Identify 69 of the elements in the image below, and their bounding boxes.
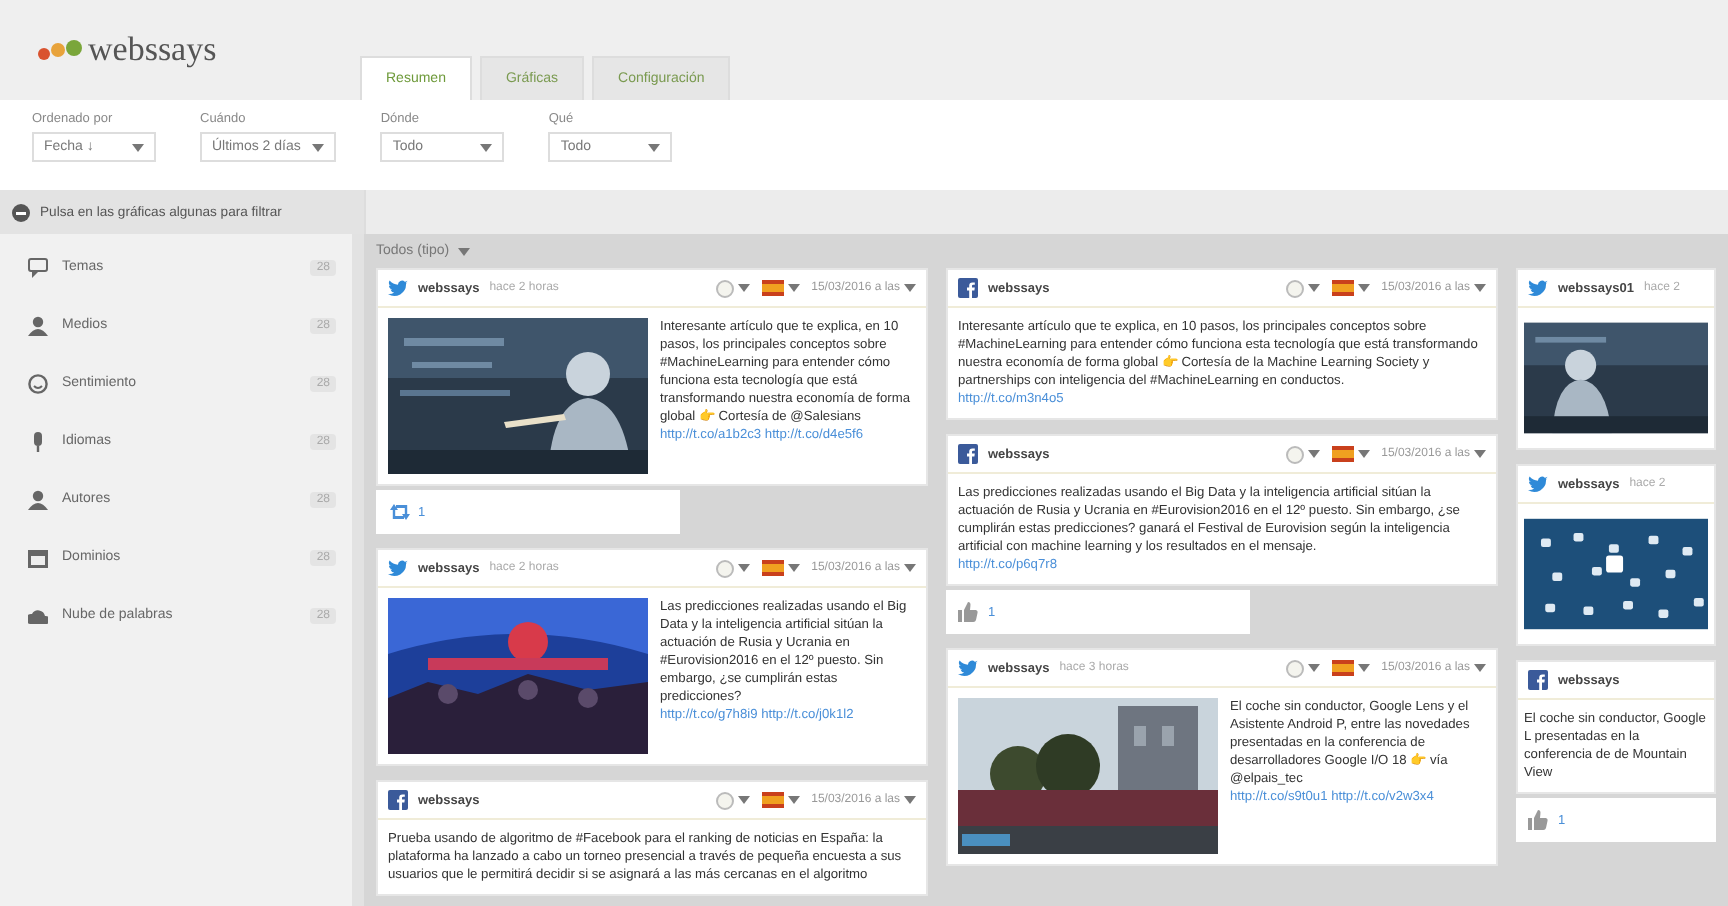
language-dropdown[interactable] <box>1331 446 1370 462</box>
sentiment-dropdown[interactable] <box>1285 659 1320 677</box>
facebook-icon <box>958 278 978 298</box>
caret-icon <box>904 564 916 572</box>
caret-icon <box>1474 284 1486 292</box>
caret-icon <box>737 796 750 804</box>
facebook-icon <box>958 444 978 464</box>
circle-icon <box>1285 279 1304 297</box>
bird-icon <box>1528 474 1548 494</box>
bird-icon <box>388 558 408 578</box>
flag-icon <box>1331 660 1354 676</box>
sentiment-dropdown[interactable] <box>715 791 750 809</box>
caret-icon <box>457 247 470 255</box>
caret-icon <box>1307 664 1320 672</box>
language-dropdown[interactable] <box>1331 280 1370 296</box>
circle-icon <box>1285 445 1304 463</box>
caret-icon <box>1474 664 1486 672</box>
microphone-icon <box>28 431 48 451</box>
logo-icon <box>36 36 84 64</box>
thumbs-up-icon <box>1528 810 1552 830</box>
person-icon <box>28 489 48 509</box>
flag-icon <box>761 280 784 296</box>
language-dropdown[interactable] <box>761 280 800 296</box>
caret-icon <box>480 143 493 151</box>
cloud-icon <box>28 605 48 625</box>
language-dropdown[interactable] <box>761 560 800 576</box>
circle-icon <box>1285 659 1304 677</box>
chat-icon <box>28 257 48 277</box>
caret-icon <box>1474 450 1486 458</box>
facebook-icon <box>1528 670 1548 690</box>
language-dropdown[interactable] <box>1331 660 1370 676</box>
person-icon <box>28 315 48 335</box>
flag-icon <box>761 560 784 576</box>
circle-icon <box>715 559 734 577</box>
smiley-icon <box>28 373 48 393</box>
caret-icon <box>312 143 325 151</box>
caret-icon <box>904 796 916 804</box>
sentiment-dropdown[interactable] <box>1285 279 1320 297</box>
flag-icon <box>1331 280 1354 296</box>
info-icon <box>12 203 30 221</box>
flag-icon <box>761 792 784 808</box>
caret-icon <box>787 796 800 804</box>
caret-icon <box>132 143 144 151</box>
caret-icon <box>787 564 800 572</box>
caret-icon <box>737 564 750 572</box>
caret-icon <box>1357 450 1370 458</box>
retweet-icon <box>388 502 412 522</box>
thumbs-up-icon <box>958 602 982 622</box>
calendar-icon <box>28 547 48 567</box>
sentiment-dropdown[interactable] <box>715 279 750 297</box>
bird-icon <box>1528 278 1548 298</box>
flag-icon <box>1331 446 1354 462</box>
caret-icon <box>787 284 800 292</box>
caret-icon <box>1307 450 1320 458</box>
caret-icon <box>904 284 916 292</box>
sentiment-dropdown[interactable] <box>1285 445 1320 463</box>
facebook-icon <box>388 790 408 810</box>
caret-icon <box>1357 284 1370 292</box>
caret-icon <box>737 284 750 292</box>
caret-icon <box>648 143 661 151</box>
logo-text: webssays <box>88 30 217 70</box>
circle-icon <box>715 279 734 297</box>
bird-icon <box>958 658 978 678</box>
caret-icon <box>1307 284 1320 292</box>
language-dropdown[interactable] <box>761 792 800 808</box>
caret-icon <box>1357 664 1370 672</box>
bird-icon <box>388 278 408 298</box>
circle-icon <box>715 791 734 809</box>
sentiment-dropdown[interactable] <box>715 559 750 577</box>
